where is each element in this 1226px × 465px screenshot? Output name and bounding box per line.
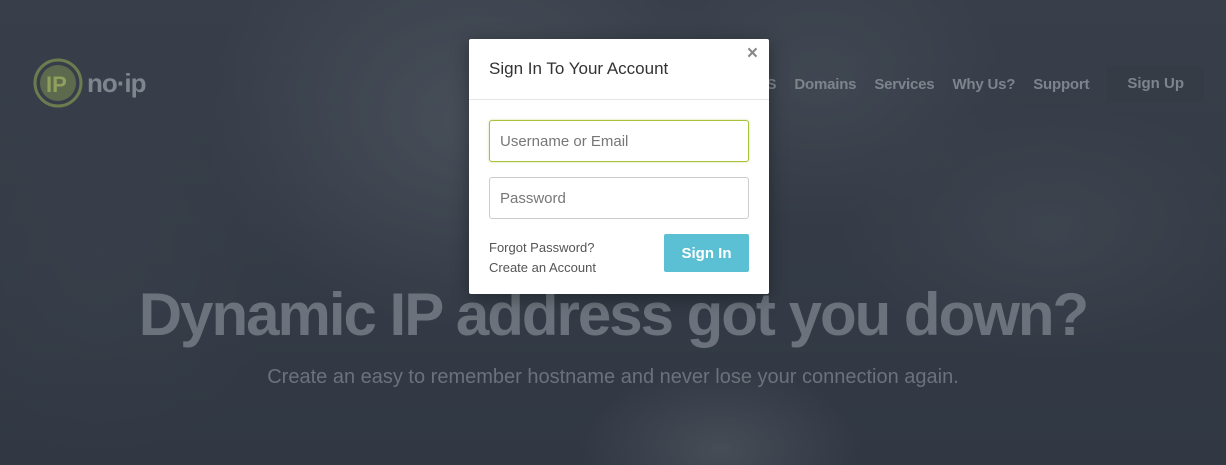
account-links: Forgot Password? Create an Account	[489, 238, 596, 278]
nav-item-why-us[interactable]: Why Us?	[952, 76, 1015, 93]
hero-subtitle: Create an easy to remember hostname and …	[267, 366, 959, 388]
close-icon[interactable]: ×	[747, 44, 758, 64]
signin-button[interactable]: Sign In	[664, 234, 749, 272]
logo-badge: IP	[46, 72, 67, 97]
forgot-password-link[interactable]: Forgot Password?	[489, 238, 596, 258]
modal-header: Sign In To Your Account ×	[469, 39, 769, 100]
modal-title: Sign In To Your Account	[489, 59, 669, 78]
noip-logo[interactable]: IP no·ip	[33, 57, 163, 109]
logo-text: no·ip	[87, 68, 146, 98]
username-input[interactable]	[489, 120, 749, 162]
password-input[interactable]	[489, 177, 749, 219]
nav-item-services[interactable]: Services	[874, 76, 934, 93]
signin-modal: Sign In To Your Account × Forgot Passwor…	[469, 39, 769, 294]
signup-button[interactable]: Sign Up	[1107, 66, 1204, 102]
nav-item-domains[interactable]: Domains	[794, 76, 856, 93]
create-account-link[interactable]: Create an Account	[489, 258, 596, 278]
main-nav: DNS Domains Services Why Us? Support Sig…	[727, 66, 1204, 102]
nav-item-support[interactable]: Support	[1033, 76, 1089, 93]
